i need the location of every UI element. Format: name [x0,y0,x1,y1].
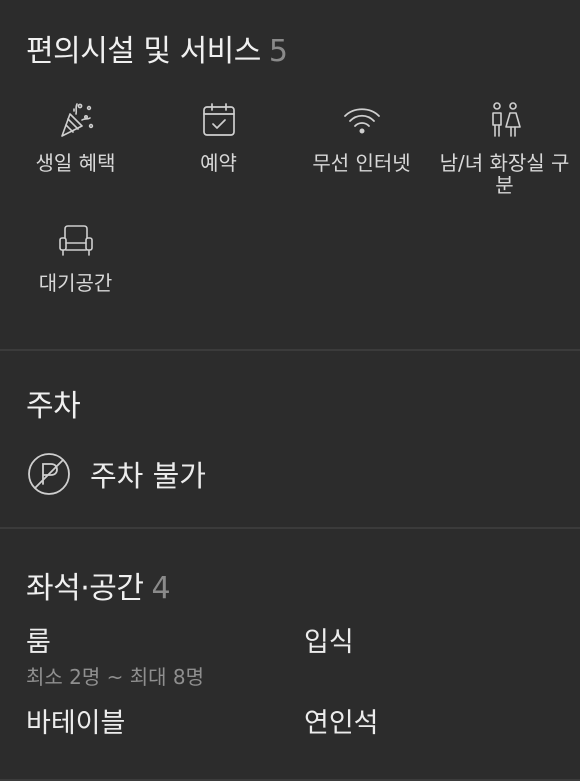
seat-item-couple-seat: 연인석 [304,708,554,740]
amenities-count: 5 [268,34,288,69]
seat-item-room: 룸 최소 2명 ~ 최대 8명 [26,627,304,690]
amenity-label: 예약 [200,151,237,175]
parking-section: 주차 주차 불가 [0,351,580,529]
amenities-title: 편의시설 및 서비스 5 [26,26,554,70]
amenity-restroom: 남/녀 화장실 구분 [433,98,576,196]
calendar-check-icon [197,98,241,142]
seat-name: 입식 [304,627,354,658]
amenities-section: 편의시설 및 서비스 5 생일 혜택 예약 무선 인터넷 남/녀 화장실 구분 … [0,0,580,351]
amenities-grid: 생일 혜택 예약 무선 인터넷 남/녀 화장실 구분 대기공간 [0,98,580,294]
armchair-icon [54,218,98,262]
restroom-icon [483,98,527,142]
seat-name: 연인석 [304,708,379,739]
seating-section: 좌석·공간 4 룸 최소 2명 ~ 최대 8명 입식 바테이블 연인석 [0,529,580,781]
parking-title: 주차 [26,389,81,424]
seat-item-standing: 입식 [304,627,554,690]
parking-status-row: 주차 불가 [26,451,554,497]
amenity-label: 남/녀 화장실 구분 [439,151,570,197]
wifi-icon [340,98,384,142]
amenity-birthday: 생일 혜택 [4,98,147,196]
amenity-waiting-area: 대기공간 [4,218,147,294]
seat-capacity: 최소 2명 ~ 최대 8명 [26,665,205,689]
no-parking-icon [26,451,72,497]
seat-item-bar-table: 바테이블 [26,708,304,740]
amenity-label: 생일 혜택 [35,151,116,175]
party-popper-icon [54,98,98,142]
amenity-wifi: 무선 인터넷 [290,98,433,196]
amenity-label: 대기공간 [38,271,113,295]
amenities-title-text: 편의시설 및 서비스 [26,34,261,69]
seat-name: 바테이블 [26,708,126,739]
seating-title: 좌석·공간 4 [26,563,554,607]
amenity-reservation: 예약 [147,98,290,196]
seating-title-text: 좌석·공간 [26,571,144,606]
parking-status: 주차 불가 [90,459,206,493]
seating-grid: 룸 최소 2명 ~ 최대 8명 입식 바테이블 연인석 [26,627,554,740]
seat-name: 룸 [26,627,51,658]
amenity-label: 무선 인터넷 [312,151,411,175]
seating-count: 4 [151,571,171,606]
